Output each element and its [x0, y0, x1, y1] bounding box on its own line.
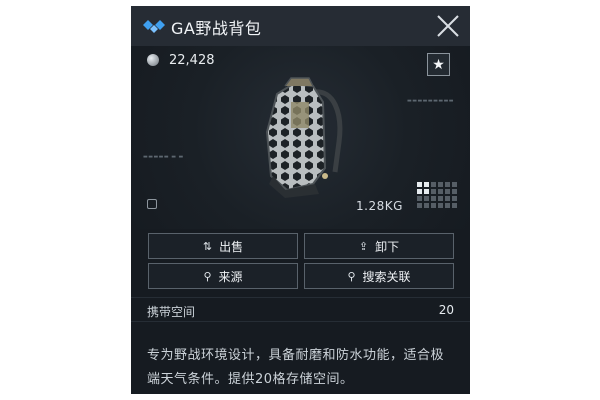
grid-cell	[452, 189, 457, 194]
grid-cell	[431, 189, 436, 194]
item-description: 专为野战环境设计，具备耐磨和防水功能，适合极端天气条件。提供20格存储空间。	[147, 348, 445, 387]
bind-icon	[147, 199, 157, 209]
grid-cell	[445, 196, 450, 201]
grid-cell	[445, 189, 450, 194]
grid-cell	[424, 189, 429, 194]
grid-cell	[431, 196, 436, 201]
grid-cell	[417, 182, 422, 187]
search-related-label: 搜索关联	[362, 269, 411, 284]
decor-text: ▬▬▬▬▬ ▬ ▬	[143, 154, 184, 160]
unload-label: 卸下	[375, 239, 400, 254]
grid-cell	[424, 182, 429, 187]
panel-header: GA野战背包	[131, 6, 470, 46]
grid-cell	[452, 182, 457, 187]
grid-cell	[431, 203, 436, 208]
search-icon: ⚲	[203, 269, 212, 283]
grid-cell	[438, 189, 443, 194]
sell-label: 出售	[219, 239, 244, 254]
price-value: 22,428	[169, 52, 215, 68]
grid-cell	[438, 196, 443, 201]
grid-cell	[417, 196, 422, 201]
source-label: 来源	[218, 269, 243, 284]
close-icon[interactable]	[436, 14, 460, 38]
unload-icon: ⇪	[358, 239, 369, 253]
item-size-grid	[417, 182, 457, 211]
grid-cell	[438, 203, 443, 208]
item-detail-panel: GA野战背包 22,428 ★ ▬▬▬▬▬▬▬▬▬ ▬▬▬▬▬ ▬ ▬ 1.28…	[131, 6, 470, 394]
grid-cell	[424, 203, 429, 208]
grid-cell	[431, 182, 436, 187]
sell-button[interactable]: ⇅ 出售	[148, 233, 298, 259]
grid-cell	[445, 182, 450, 187]
decor-text: ▬▬▬▬▬▬▬▬▬	[407, 98, 455, 104]
item-title: GA野战背包	[171, 19, 262, 38]
coin-icon	[147, 54, 159, 66]
capacity-label: 携带空间	[147, 305, 196, 319]
capacity-row: 携带空间 20	[131, 297, 470, 322]
grid-cell	[452, 196, 457, 201]
unload-button[interactable]: ⇪ 卸下	[304, 233, 454, 259]
star-icon: ★	[432, 56, 445, 73]
item-weight: 1.28KG	[356, 199, 403, 213]
grid-cell	[417, 203, 422, 208]
grid-cell	[438, 182, 443, 187]
source-button[interactable]: ⚲ 来源	[148, 263, 298, 289]
backpack-image	[265, 77, 343, 198]
search-related-button[interactable]: ⚲ 搜索关联	[304, 263, 454, 289]
search-icon: ⚲	[347, 269, 356, 283]
grid-cell	[445, 203, 450, 208]
capacity-value: 20	[438, 303, 454, 317]
grid-cell	[452, 203, 457, 208]
grid-cell	[424, 196, 429, 201]
sell-icon: ⇅	[202, 239, 213, 253]
grid-cell	[417, 189, 422, 194]
favorite-star-button[interactable]: ★	[427, 53, 450, 76]
diamond-logo-icon	[143, 20, 165, 33]
price-display: 22,428	[147, 52, 215, 68]
